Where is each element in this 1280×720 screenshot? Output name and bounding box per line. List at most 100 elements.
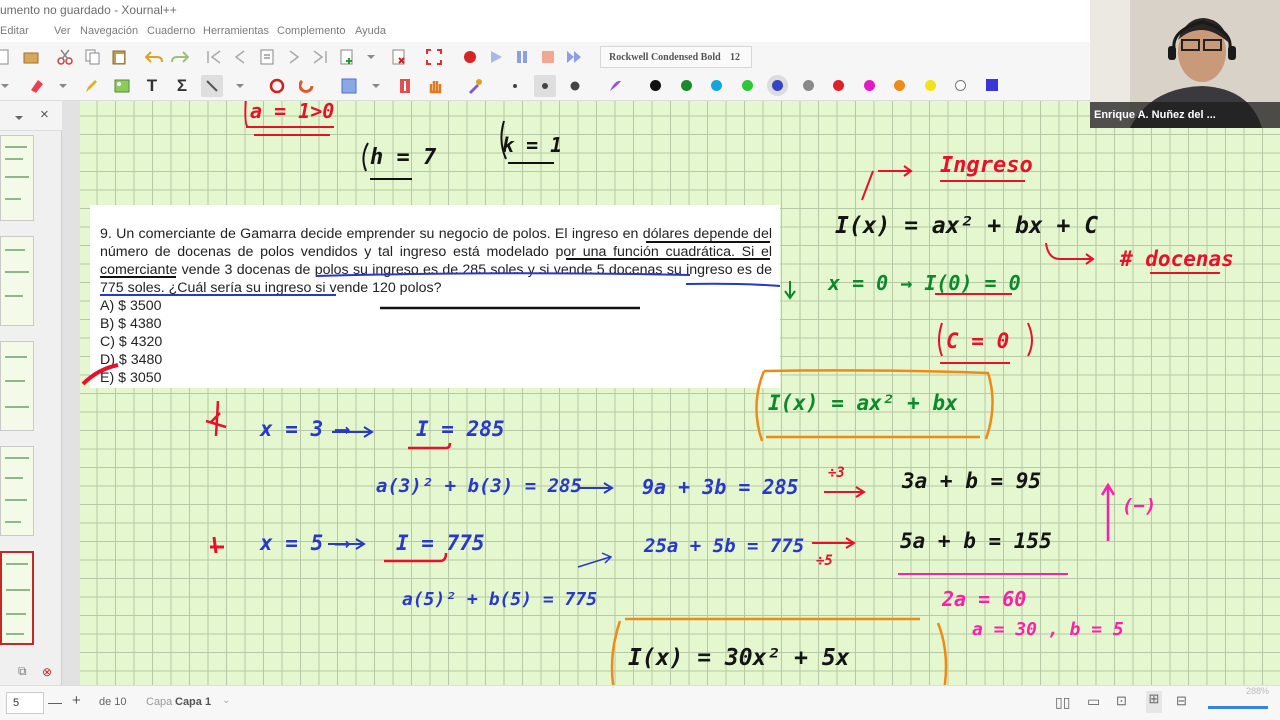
menu-navigation[interactable]: Navegación [80,25,138,37]
last-page-icon[interactable] [309,46,331,68]
text-tool-icon[interactable]: T [141,75,163,97]
note-income-775: I = 775 [396,531,485,555]
color-swatch[interactable] [741,80,753,91]
delete-page-icon[interactable] [388,46,410,68]
page-thumbnail-current[interactable] [0,551,34,645]
record-icon[interactable] [459,46,481,68]
color-swatch[interactable] [650,80,661,91]
insert-page-icon[interactable] [336,46,358,68]
layer-selector[interactable]: Capa 1 [175,696,211,708]
stop-icon[interactable] [537,46,559,68]
note-substitution-3: a(3)² + b(3) = 285 [376,475,582,497]
first-page-icon[interactable] [203,46,225,68]
close-icon[interactable]: × [40,106,49,123]
menu-plugin[interactable]: Complemento [277,25,345,37]
seek-forward-icon[interactable] [563,46,585,68]
color-swatch[interactable] [863,80,875,91]
cut-icon[interactable] [54,46,76,68]
note-formula-reduced: I(x) = ax² + bx [768,391,958,415]
eraser-icon[interactable] [25,75,47,97]
minus-icon[interactable]: — [48,694,62,710]
color-swatch[interactable] [955,80,966,91]
menu-edit[interactable]: Editar [0,25,29,37]
ink-strokes [81,101,1220,685]
vertical-space-icon[interactable] [394,75,416,97]
shape-recognizer-icon[interactable] [266,75,288,97]
goto-page-icon[interactable] [256,46,278,68]
note-a-b-values: a = 30 , b = 5 [972,619,1124,640]
color-swatch[interactable] [985,79,998,91]
webcam-overlay: Enrique A. Nuñez del ... [1090,0,1280,128]
delete-page-icon[interactable]: ⊗ [42,665,52,679]
new-page-icon[interactable] [0,46,14,68]
color-swatch[interactable] [894,80,905,91]
medium-line-icon[interactable] [534,75,556,97]
previous-page-icon[interactable] [229,46,251,68]
window-title: umento no guardado - Xournal++ [0,0,1090,20]
menu-tools[interactable]: Herramientas [203,25,269,37]
color-swatch[interactable] [711,80,722,91]
page-thumbnail[interactable] [0,236,34,326]
color-swatch[interactable] [802,80,814,91]
page-number-input[interactable]: 5 [6,692,44,714]
chevron-down-icon[interactable] [360,46,382,68]
thick-line-icon[interactable] [564,75,586,97]
next-page-icon[interactable] [283,46,305,68]
redo-icon[interactable] [169,46,191,68]
font-size: 12 [730,52,740,63]
presentation-icon[interactable]: ▭ [1087,693,1100,710]
color-swatch[interactable] [772,80,783,91]
chevron-down-icon[interactable] [229,75,251,97]
plus-icon[interactable]: + [72,692,81,709]
chevron-down-icon[interactable]: ⌄ [222,695,230,706]
play-icon[interactable] [485,46,507,68]
latex-icon[interactable]: Σ [171,75,193,97]
copy-page-icon[interactable]: ⧉ [18,664,27,679]
notebook-canvas[interactable]: 9. Un comerciante de Gamarra decide empr… [80,101,1280,685]
menu-view[interactable]: Ver [54,25,71,37]
note-equation-2-reduced: 5a + b = 155 [900,529,1052,553]
menu-notebook[interactable]: Cuaderno [147,25,195,37]
zoom-slider[interactable] [1208,706,1268,709]
hand-tool-icon[interactable] [424,75,446,97]
zoom-100-icon[interactable]: ⊞ [1146,691,1162,713]
sidebar-header: × [0,101,62,131]
thin-line-icon[interactable] [504,75,526,97]
page-thumbnail[interactable] [0,135,34,221]
paste-icon[interactable] [108,46,130,68]
sidebar-splitter[interactable] [62,101,80,685]
open-folder-icon[interactable] [20,46,42,68]
undo-icon[interactable] [143,46,165,68]
chevron-down-icon[interactable] [0,75,16,97]
note-docenas: # docenas [1120,247,1234,271]
zoom-out-icon[interactable]: ⊟ [1176,693,1187,709]
note-divide-5: ÷5 [816,553,833,569]
image-icon[interactable] [111,75,133,97]
color-picker-icon[interactable] [464,75,486,97]
tools-toolbar: T Σ [0,71,1090,101]
menu-help[interactable]: Ayuda [355,25,386,37]
dual-page-icon[interactable]: ▯▯ [1055,694,1070,711]
color-swatch[interactable] [833,80,844,91]
rectangle-select-icon[interactable] [338,75,360,97]
note-equation-1-reduced: 3a + b = 95 [902,469,1042,493]
color-swatch[interactable] [924,80,936,91]
page-thumbnail[interactable] [0,341,34,431]
chevron-down-icon[interactable] [14,109,24,127]
font-selector[interactable]: Rockwell Condensed Bold 12 [600,46,752,68]
pause-icon[interactable] [511,46,533,68]
airbrush-icon[interactable] [604,75,626,97]
ruler-magnet-icon[interactable] [296,75,318,97]
chevron-down-icon[interactable] [52,75,74,97]
note-income-285: I = 285 [416,417,505,441]
copy-icon[interactable] [82,46,104,68]
highlighter-icon[interactable] [80,75,102,97]
fullscreen-icon[interactable] [423,46,445,68]
zoom-fit-icon[interactable]: ⊡ [1116,693,1127,709]
select-tool-icon[interactable] [201,75,223,97]
note-equation-1: 9a + 3b = 285 [642,475,799,499]
note-a-condition: a = 1>0 [250,101,335,123]
chevron-down-icon[interactable] [365,75,387,97]
color-swatch[interactable] [680,80,692,91]
page-thumbnail[interactable] [0,446,34,536]
